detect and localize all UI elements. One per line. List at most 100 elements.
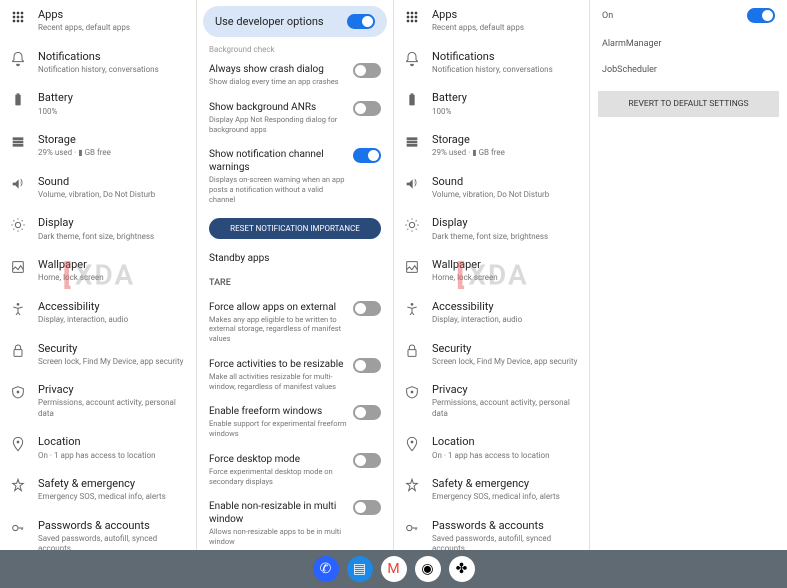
toggle[interactable] <box>353 500 381 515</box>
settings-subtitle: Screen lock, Find My Device, app securit… <box>432 357 579 367</box>
settings-item-bell[interactable]: NotificationsNotification history, conve… <box>394 42 589 84</box>
settings-subtitle: Emergency SOS, medical info, alerts <box>38 492 186 502</box>
taskbar-chrome-icon[interactable]: ◉ <box>415 556 441 582</box>
settings-item-key[interactable]: Passwords & accountsSaved passwords, aut… <box>394 511 589 550</box>
settings-title: Battery <box>38 91 186 105</box>
reset-notification-button[interactable]: RESET NOTIFICATION IMPORTANCE <box>209 218 381 239</box>
settings-item-bell[interactable]: NotificationsNotification history, conve… <box>0 42 196 84</box>
settings-title: Security <box>38 342 186 356</box>
settings-title: Storage <box>432 133 579 147</box>
dev-options-header[interactable]: Use developer options <box>203 6 387 37</box>
truncated-item: Background check <box>197 43 393 56</box>
settings-subtitle: On · 1 app has access to location <box>432 451 579 461</box>
settings-item-lock[interactable]: SecurityScreen lock, Find My Device, app… <box>394 334 589 376</box>
settings-subtitle: On · 1 app has access to location <box>38 451 186 461</box>
settings-item-emergency[interactable]: Safety & emergencyEmergency SOS, medical… <box>0 469 196 511</box>
settings-item-display[interactable]: DisplayDark theme, font size, brightness <box>0 208 196 250</box>
settings-item-lock[interactable]: SecurityScreen lock, Find My Device, app… <box>0 334 196 376</box>
settings-subtitle: Permissions, account activity, personal … <box>38 398 186 419</box>
settings-title: Privacy <box>432 383 579 397</box>
settings-subtitle: Screen lock, Find My Device, app securit… <box>38 357 186 367</box>
settings-subtitle: 100% <box>38 107 186 117</box>
accessibility-icon <box>404 301 422 319</box>
standby-apps-link[interactable]: Standby apps <box>197 245 393 272</box>
settings-item-wallpaper[interactable]: WallpaperHome, lock screen <box>0 250 196 292</box>
settings-item-accessibility[interactable]: AccessibilityDisplay, interaction, audio <box>394 292 589 334</box>
dev-option-row[interactable]: Show notification channel warningsDispla… <box>197 141 393 211</box>
settings-title: Privacy <box>38 383 186 397</box>
settings-item-location[interactable]: LocationOn · 1 app has access to locatio… <box>394 427 589 469</box>
settings-subtitle: Saved passwords, autofill, synced accoun… <box>432 534 579 550</box>
wallpaper-icon <box>10 259 28 277</box>
settings-subtitle: Display, interaction, audio <box>432 315 579 325</box>
display-icon <box>10 217 28 235</box>
settings-item-sound[interactable]: SoundVolume, vibration, Do Not Disturb <box>0 167 196 209</box>
toggle[interactable] <box>353 301 381 316</box>
settings-subtitle: Dark theme, font size, brightness <box>38 232 186 242</box>
job-scheduler-link[interactable]: JobScheduler <box>590 57 787 83</box>
settings-item-privacy[interactable]: PrivacyPermissions, account activity, pe… <box>394 375 589 427</box>
settings-title: Location <box>38 435 186 449</box>
revert-defaults-button[interactable]: REVERT TO DEFAULT SETTINGS <box>598 91 779 117</box>
settings-subtitle: Saved passwords, autofill, synced accoun… <box>38 534 186 550</box>
bell-icon <box>404 51 422 69</box>
tare-toggle[interactable] <box>747 8 775 23</box>
toggle[interactable] <box>353 63 381 78</box>
dev-option-row[interactable]: Force activities to be resizableMake all… <box>197 351 393 399</box>
dev-header-toggle[interactable] <box>347 14 375 29</box>
taskbar-phone-icon[interactable]: ✆ <box>313 556 339 582</box>
settings-item-location[interactable]: Location On · 1 app has access to locatio… <box>0 427 196 469</box>
settings-item-storage[interactable]: Storage29% used · ▮ GB free <box>394 125 589 167</box>
settings-title: Apps <box>38 8 186 22</box>
settings-item-storage[interactable]: Storage29% used · ▮ GB free <box>0 125 196 167</box>
settings-title: Wallpaper <box>432 258 579 272</box>
toggle[interactable] <box>353 101 381 116</box>
settings-title: Sound <box>432 175 579 189</box>
key-icon <box>10 520 28 538</box>
taskbar-gmail-icon[interactable]: M <box>381 556 407 582</box>
settings-item-sound[interactable]: SoundVolume, vibration, Do Not Disturb <box>394 167 589 209</box>
settings-item-display[interactable]: DisplayDark theme, font size, brightness <box>394 208 589 250</box>
emergency-icon <box>404 478 422 496</box>
settings-item-apps[interactable]: AppsRecent apps, default apps <box>394 0 589 42</box>
toggle[interactable] <box>353 405 381 420</box>
tare-on-row[interactable]: On <box>590 0 787 31</box>
settings-item-battery[interactable]: Battery100% <box>394 83 589 125</box>
taskbar-photos-icon[interactable]: ✤ <box>449 556 475 582</box>
sound-icon <box>404 176 422 194</box>
dev-option-row[interactable]: Force desktop modeForce experimental des… <box>197 446 393 494</box>
key-icon <box>404 520 422 538</box>
settings-subtitle: Emergency SOS, medical info, alerts <box>432 492 579 502</box>
dev-option-row[interactable]: Enable freeform windowsEnable support fo… <box>197 398 393 446</box>
toggle[interactable] <box>353 148 381 163</box>
settings-subtitle: Recent apps, default apps <box>432 23 579 33</box>
settings-title: Notifications <box>432 50 579 64</box>
toggle[interactable] <box>353 358 381 373</box>
settings-subtitle: Volume, vibration, Do Not Disturb <box>432 190 579 200</box>
dev-header-label: Use developer options <box>215 15 324 28</box>
settings-subtitle: Notification history, conversations <box>432 65 579 75</box>
settings-title: Accessibility <box>38 300 186 314</box>
settings-item-wallpaper[interactable]: WallpaperHome, lock screen <box>394 250 589 292</box>
settings-item-emergency[interactable]: Safety & emergencyEmergency SOS, medical… <box>394 469 589 511</box>
settings-item-battery[interactable]: Battery 100% <box>0 83 196 125</box>
settings-subtitle: Home, lock screen <box>432 273 579 283</box>
bell-icon <box>10 51 28 69</box>
alarm-manager-link[interactable]: AlarmManager <box>590 31 787 57</box>
settings-title: Safety & emergency <box>38 477 186 491</box>
settings-subtitle: 29% used · ▮ GB free <box>432 148 579 158</box>
dev-option-row[interactable]: Always show crash dialogShow dialog ever… <box>197 56 393 94</box>
settings-title: Wallpaper <box>38 258 186 272</box>
settings-item-key[interactable]: Passwords & accountsSaved passwords, aut… <box>0 511 196 550</box>
taskbar-docs-icon[interactable]: ▤ <box>347 556 373 582</box>
settings-item-apps[interactable]: AppsRecent apps, default apps <box>0 0 196 42</box>
settings-item-accessibility[interactable]: AccessibilityDisplay, interaction, audio <box>0 292 196 334</box>
storage-icon <box>10 134 28 152</box>
settings-subtitle: 29% used · ▮ GB free <box>38 148 186 158</box>
dev-option-row[interactable]: Show background ANRsDisplay App Not Resp… <box>197 94 393 142</box>
settings-subtitle: Dark theme, font size, brightness <box>432 232 579 242</box>
dev-option-row[interactable]: Force allow apps on externalMakes any ap… <box>197 294 393 351</box>
toggle[interactable] <box>353 453 381 468</box>
dev-option-row[interactable]: Enable non-resizable in multi windowAllo… <box>197 493 393 550</box>
settings-item-privacy[interactable]: PrivacyPermissions, account activity, pe… <box>0 375 196 427</box>
